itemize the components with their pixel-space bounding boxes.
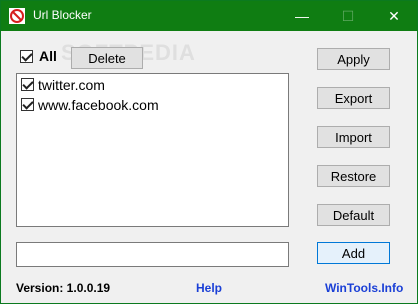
version-label: Version: 1.0.0.19 bbox=[16, 281, 111, 295]
list-item[interactable]: twitter.com bbox=[17, 75, 288, 95]
add-button[interactable]: Add bbox=[317, 242, 390, 264]
minimize-button[interactable]: — bbox=[279, 1, 325, 31]
import-button[interactable]: Import bbox=[317, 126, 390, 148]
apply-button[interactable]: Apply bbox=[317, 48, 390, 70]
select-all-label: All bbox=[39, 48, 57, 64]
delete-button[interactable]: Delete bbox=[71, 47, 143, 69]
item-checkbox[interactable] bbox=[21, 98, 34, 111]
help-link[interactable]: Help bbox=[196, 281, 222, 295]
block-icon bbox=[9, 8, 25, 24]
url-blocker-window: Url Blocker — ☐ ✕ SOFTPEDIA All Delete t… bbox=[0, 0, 418, 304]
window-title: Url Blocker bbox=[33, 8, 92, 22]
item-label: www.facebook.com bbox=[38, 97, 159, 113]
select-all-checkbox[interactable] bbox=[20, 50, 33, 63]
export-button[interactable]: Export bbox=[317, 87, 390, 109]
main-panel: SOFTPEDIA All Delete twitter.com www.fac… bbox=[1, 31, 417, 303]
default-button[interactable]: Default bbox=[317, 204, 390, 226]
list-item[interactable]: www.facebook.com bbox=[17, 95, 288, 115]
item-label: twitter.com bbox=[38, 77, 105, 93]
item-checkbox[interactable] bbox=[21, 78, 34, 91]
website-link[interactable]: WinTools.Info bbox=[325, 281, 403, 295]
url-list[interactable]: twitter.com www.facebook.com bbox=[16, 73, 289, 227]
restore-button[interactable]: Restore bbox=[317, 165, 390, 187]
url-input[interactable] bbox=[16, 242, 289, 267]
title-bar[interactable]: Url Blocker — ☐ ✕ bbox=[1, 1, 417, 31]
maximize-button[interactable]: ☐ bbox=[325, 1, 371, 31]
close-button[interactable]: ✕ bbox=[371, 1, 417, 31]
